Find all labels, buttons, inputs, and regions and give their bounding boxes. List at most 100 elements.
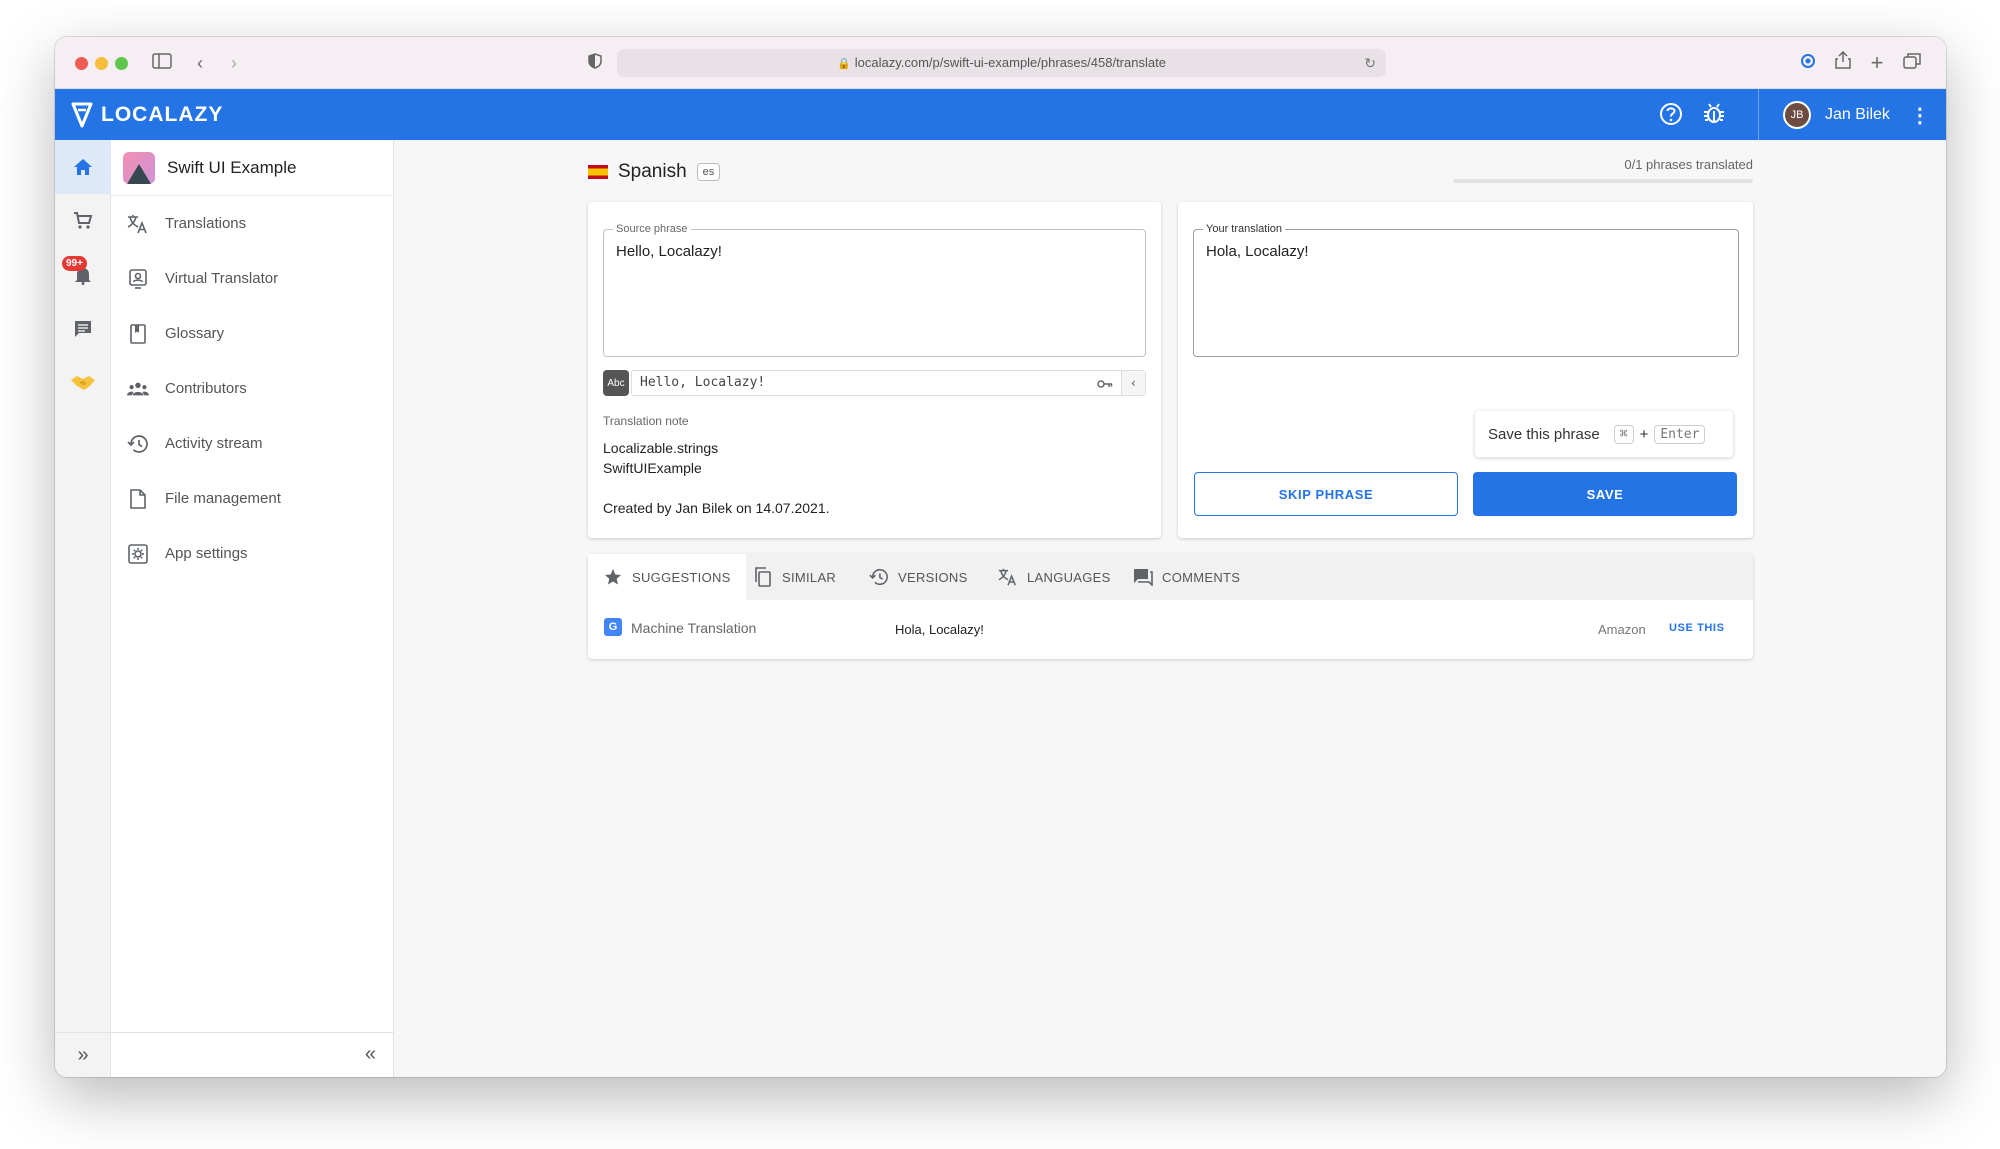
- text-format-icon[interactable]: Abc: [603, 370, 629, 396]
- notification-badge: 99+: [62, 256, 87, 271]
- history-icon: [127, 433, 149, 455]
- tab-label: VERSIONS: [898, 569, 968, 585]
- rail-home[interactable]: [55, 140, 111, 194]
- tab-comments[interactable]: COMMENTS: [1118, 554, 1255, 600]
- sidebar-item-label: Virtual Translator: [165, 270, 279, 287]
- tab-label: COMMENTS: [1162, 569, 1241, 585]
- suggestions-panel: SUGGESTIONS SIMILAR VERSIONS LANGUAGES C…: [588, 554, 1753, 659]
- brand-name: LOCALAZY: [101, 103, 224, 126]
- your-translation-field[interactable]: Your translation Hola, Localazy!: [1193, 223, 1739, 357]
- sidebar-item-virtual-translator[interactable]: Virtual Translator: [111, 251, 394, 306]
- sidebar-item-label: Contributors: [165, 380, 247, 397]
- your-translation-label: Your translation: [1203, 223, 1286, 235]
- language-code: es: [696, 163, 721, 181]
- reload-icon[interactable]: ↻: [1364, 49, 1376, 77]
- avatar: JB: [1783, 101, 1811, 129]
- address-bar[interactable]: 🔒 localazy.com/p/swift-ui-example/phrases…: [617, 49, 1386, 77]
- gear-icon: [127, 543, 149, 565]
- source-phrase-field: Source phrase Hello, Localazy!: [603, 223, 1146, 357]
- share-icon[interactable]: [1830, 50, 1856, 76]
- expand-rail-icon[interactable]: »: [55, 1032, 111, 1077]
- shortcut-plus: +: [1639, 425, 1649, 443]
- project-header[interactable]: Swift UI Example: [111, 140, 394, 196]
- translation-note-line: SwiftUIExample: [603, 460, 702, 476]
- sidebar-item-label: Translations: [165, 215, 247, 232]
- zoom-window-button[interactable]: [115, 57, 128, 70]
- rail-notifications[interactable]: 99+: [55, 248, 111, 302]
- user-menu[interactable]: JB Jan Bilek ⋮: [1783, 101, 1930, 129]
- translation-note-label: Translation note: [603, 414, 689, 428]
- sidebar-item-activity-stream[interactable]: Activity stream: [111, 416, 394, 471]
- rail-cart[interactable]: [55, 194, 111, 248]
- app-header: LOCALAZY JB Jan Bilek ⋮: [55, 89, 1946, 140]
- tab-label: SUGGESTIONS: [632, 569, 731, 585]
- sidebar-item-app-settings[interactable]: App settings: [111, 526, 394, 581]
- collapse-sidebar-icon[interactable]: «: [365, 1043, 376, 1066]
- more-vert-icon[interactable]: ⋮: [1910, 103, 1930, 128]
- privacy-shield-icon[interactable]: [582, 50, 608, 76]
- suggestion-row: G Machine Translation Hola, Localazy! Am…: [588, 600, 1753, 659]
- localazy-logo-icon: [71, 102, 93, 128]
- suggestion-source: Amazon: [1598, 622, 1646, 637]
- source-phrase-text: Hello, Localazy!: [616, 243, 722, 260]
- suggestion-text: Hola, Localazy!: [895, 622, 984, 637]
- file-icon: [127, 488, 149, 510]
- sidebar-item-file-management[interactable]: File management: [111, 471, 394, 526]
- home-icon: [74, 159, 92, 175]
- source-preview: Abc Hello, Localazy! ‹: [603, 370, 1146, 396]
- localazy-logo[interactable]: LOCALAZY: [71, 101, 223, 129]
- help-icon[interactable]: [1658, 101, 1684, 127]
- cart-icon: [74, 212, 93, 229]
- sidebar-item-glossary[interactable]: Glossary: [111, 306, 394, 361]
- use-this-button[interactable]: USE THIS: [1669, 622, 1725, 634]
- forward-icon[interactable]: ›: [221, 50, 247, 76]
- tab-label: LANGUAGES: [1027, 569, 1111, 585]
- tab-bar: SUGGESTIONS SIMILAR VERSIONS LANGUAGES C…: [588, 554, 1753, 600]
- translation-progress-text: 0/1 phrases translated: [1624, 157, 1753, 172]
- star-icon: [603, 567, 623, 587]
- project-name: Swift UI Example: [167, 157, 297, 177]
- skip-phrase-button[interactable]: SKIP PHRASE: [1194, 472, 1458, 516]
- tab-label: SIMILAR: [782, 569, 837, 585]
- history-icon: [869, 567, 889, 587]
- project-icon: [123, 151, 155, 184]
- user-name: Jan Bilek: [1825, 106, 1890, 123]
- save-button[interactable]: SAVE: [1473, 472, 1737, 516]
- tab-languages[interactable]: LANGUAGES: [983, 554, 1126, 600]
- left-rail: 99+ »: [55, 140, 111, 1077]
- sidebar-item-label: Glossary: [165, 325, 225, 342]
- translation-card: Your translation Hola, Localazy! Save th…: [1178, 202, 1753, 538]
- extension-icon[interactable]: [1795, 50, 1821, 76]
- translate-icon: [127, 213, 149, 235]
- chevron-left-icon[interactable]: ‹: [1121, 371, 1145, 395]
- your-translation-text[interactable]: Hola, Localazy!: [1206, 243, 1309, 260]
- tab-overview-icon[interactable]: [1899, 50, 1925, 76]
- new-tab-icon[interactable]: +: [1864, 50, 1890, 76]
- rail-partners[interactable]: [55, 356, 111, 410]
- close-window-button[interactable]: [75, 57, 88, 70]
- language-name: Spanish: [618, 161, 687, 182]
- shortcut-label: Save this phrase: [1488, 425, 1600, 443]
- tab-versions[interactable]: VERSIONS: [854, 554, 983, 600]
- browser-window: ‹ › 🔒 localazy.com/p/swift-ui-example/phr…: [55, 37, 1946, 1077]
- key-icon[interactable]: [1097, 371, 1113, 398]
- spain-flag-icon: [588, 165, 608, 179]
- bug-report-icon[interactable]: [1701, 101, 1727, 127]
- project-sidebar: Swift UI Example Translations Virtual Tr…: [111, 140, 394, 1077]
- translation-note-line: Localizable.strings: [603, 440, 719, 456]
- minimize-window-button[interactable]: [95, 57, 108, 70]
- tab-suggestions[interactable]: SUGGESTIONS: [588, 554, 746, 600]
- comment-icon: [1133, 567, 1153, 587]
- source-preview-text: Hello, Localazy!: [640, 375, 766, 390]
- suggestion-type: Machine Translation: [631, 620, 757, 636]
- virtual-translator-icon: [127, 268, 149, 290]
- sidebar-item-translations[interactable]: Translations: [111, 196, 394, 251]
- people-icon: [127, 378, 149, 400]
- sidebar-item-contributors[interactable]: Contributors: [111, 361, 394, 416]
- back-icon[interactable]: ‹: [187, 50, 213, 76]
- tab-similar[interactable]: SIMILAR: [738, 554, 851, 600]
- rail-messages[interactable]: [55, 302, 111, 356]
- copy-icon: [753, 567, 773, 587]
- enter-key: Enter: [1654, 424, 1706, 444]
- sidebar-toggle-icon[interactable]: [149, 50, 175, 76]
